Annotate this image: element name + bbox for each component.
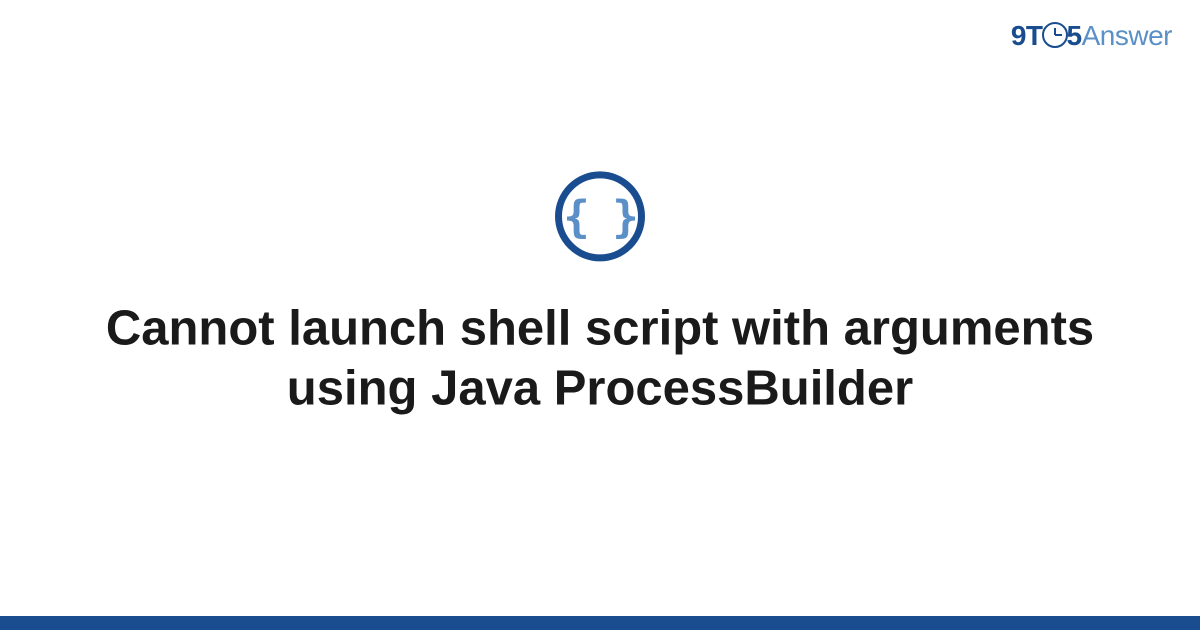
clock-icon [1042, 22, 1068, 48]
page-title: Cannot launch shell script with argument… [0, 299, 1200, 419]
logo-suffix: 5 [1067, 20, 1082, 51]
logo-brand: Answer [1082, 20, 1172, 51]
logo-prefix: 9T [1011, 20, 1043, 51]
site-logo: 9T 5Answer [1011, 20, 1172, 52]
footer-accent-bar [0, 616, 1200, 630]
clock-hand-minute [1055, 34, 1062, 36]
code-braces-icon: { } [563, 191, 636, 242]
topic-icon-container: { } [555, 171, 645, 261]
main-content: { } Cannot launch shell script with argu… [0, 171, 1200, 419]
